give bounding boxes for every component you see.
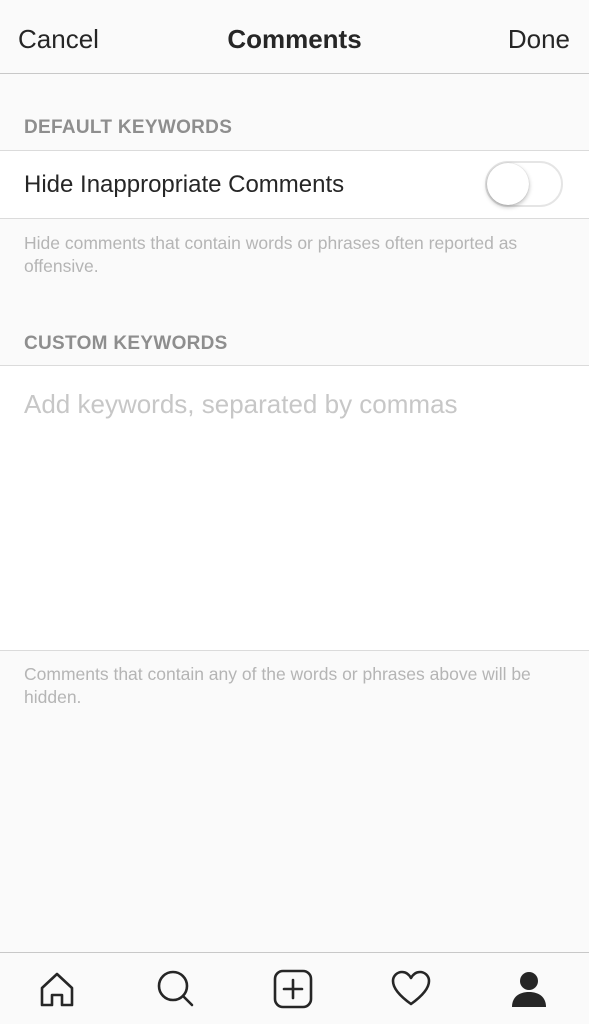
- tab-home[interactable]: [35, 967, 79, 1011]
- profile-icon: [512, 972, 546, 1007]
- home-icon: [40, 972, 74, 1007]
- tab-search[interactable]: [153, 967, 197, 1011]
- heart-icon: [391, 970, 431, 1006]
- tab-profile[interactable]: [507, 967, 551, 1011]
- page-title: Comments: [227, 24, 362, 54]
- done-button[interactable]: Done: [508, 24, 570, 54]
- custom-keywords-container: [0, 365, 589, 651]
- tab-bar: [0, 952, 589, 1024]
- search-icon: [157, 970, 194, 1007]
- tab-activity[interactable]: [389, 967, 433, 1011]
- custom-keywords-footnote: Comments that contain any of the words o…: [24, 664, 531, 707]
- tab-add-post[interactable]: [271, 967, 315, 1011]
- custom-keywords-input[interactable]: [0, 366, 589, 650]
- custom-keywords-header: CUSTOM KEYWORDS: [24, 333, 228, 354]
- default-keywords-footnote: Hide comments that contain words or phra…: [24, 233, 518, 276]
- add-post-icon: [273, 969, 313, 1009]
- hide-inappropriate-comments-toggle[interactable]: [485, 161, 563, 207]
- default-keywords-header: DEFAULT KEYWORDS: [24, 117, 233, 138]
- hide-inappropriate-comments-label: Hide Inappropriate Comments: [24, 171, 345, 198]
- navigation-bar: Cancel Comments Done: [0, 0, 589, 74]
- toggle-knob: [487, 163, 529, 205]
- hide-inappropriate-comments-row: Hide Inappropriate Comments: [0, 150, 589, 219]
